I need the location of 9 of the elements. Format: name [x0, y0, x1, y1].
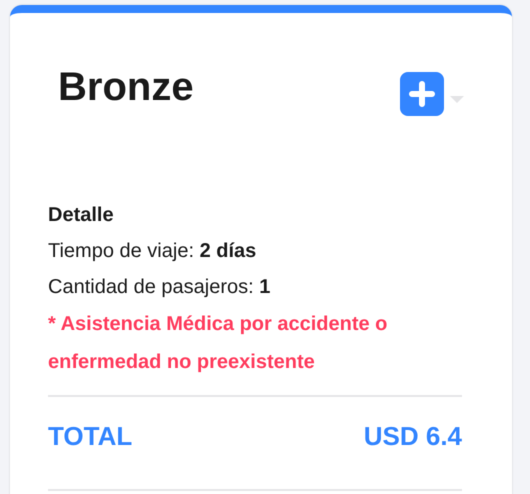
detail-line: Tiempo de viaje: 2 días	[48, 239, 258, 264]
plan-title: Bronze	[58, 64, 194, 110]
coverage-note: * Asistencia Médica por accidente o enfermedad no preexistente	[48, 312, 388, 375]
detail-line: Cantidad de pasajeros: 1	[48, 275, 272, 300]
add-button[interactable]	[400, 72, 444, 116]
plus-icon	[409, 81, 435, 107]
total-amount: USD 6.4	[364, 420, 462, 452]
total-label: TOTAL	[48, 420, 132, 452]
detail-heading: Detalle	[48, 203, 115, 228]
